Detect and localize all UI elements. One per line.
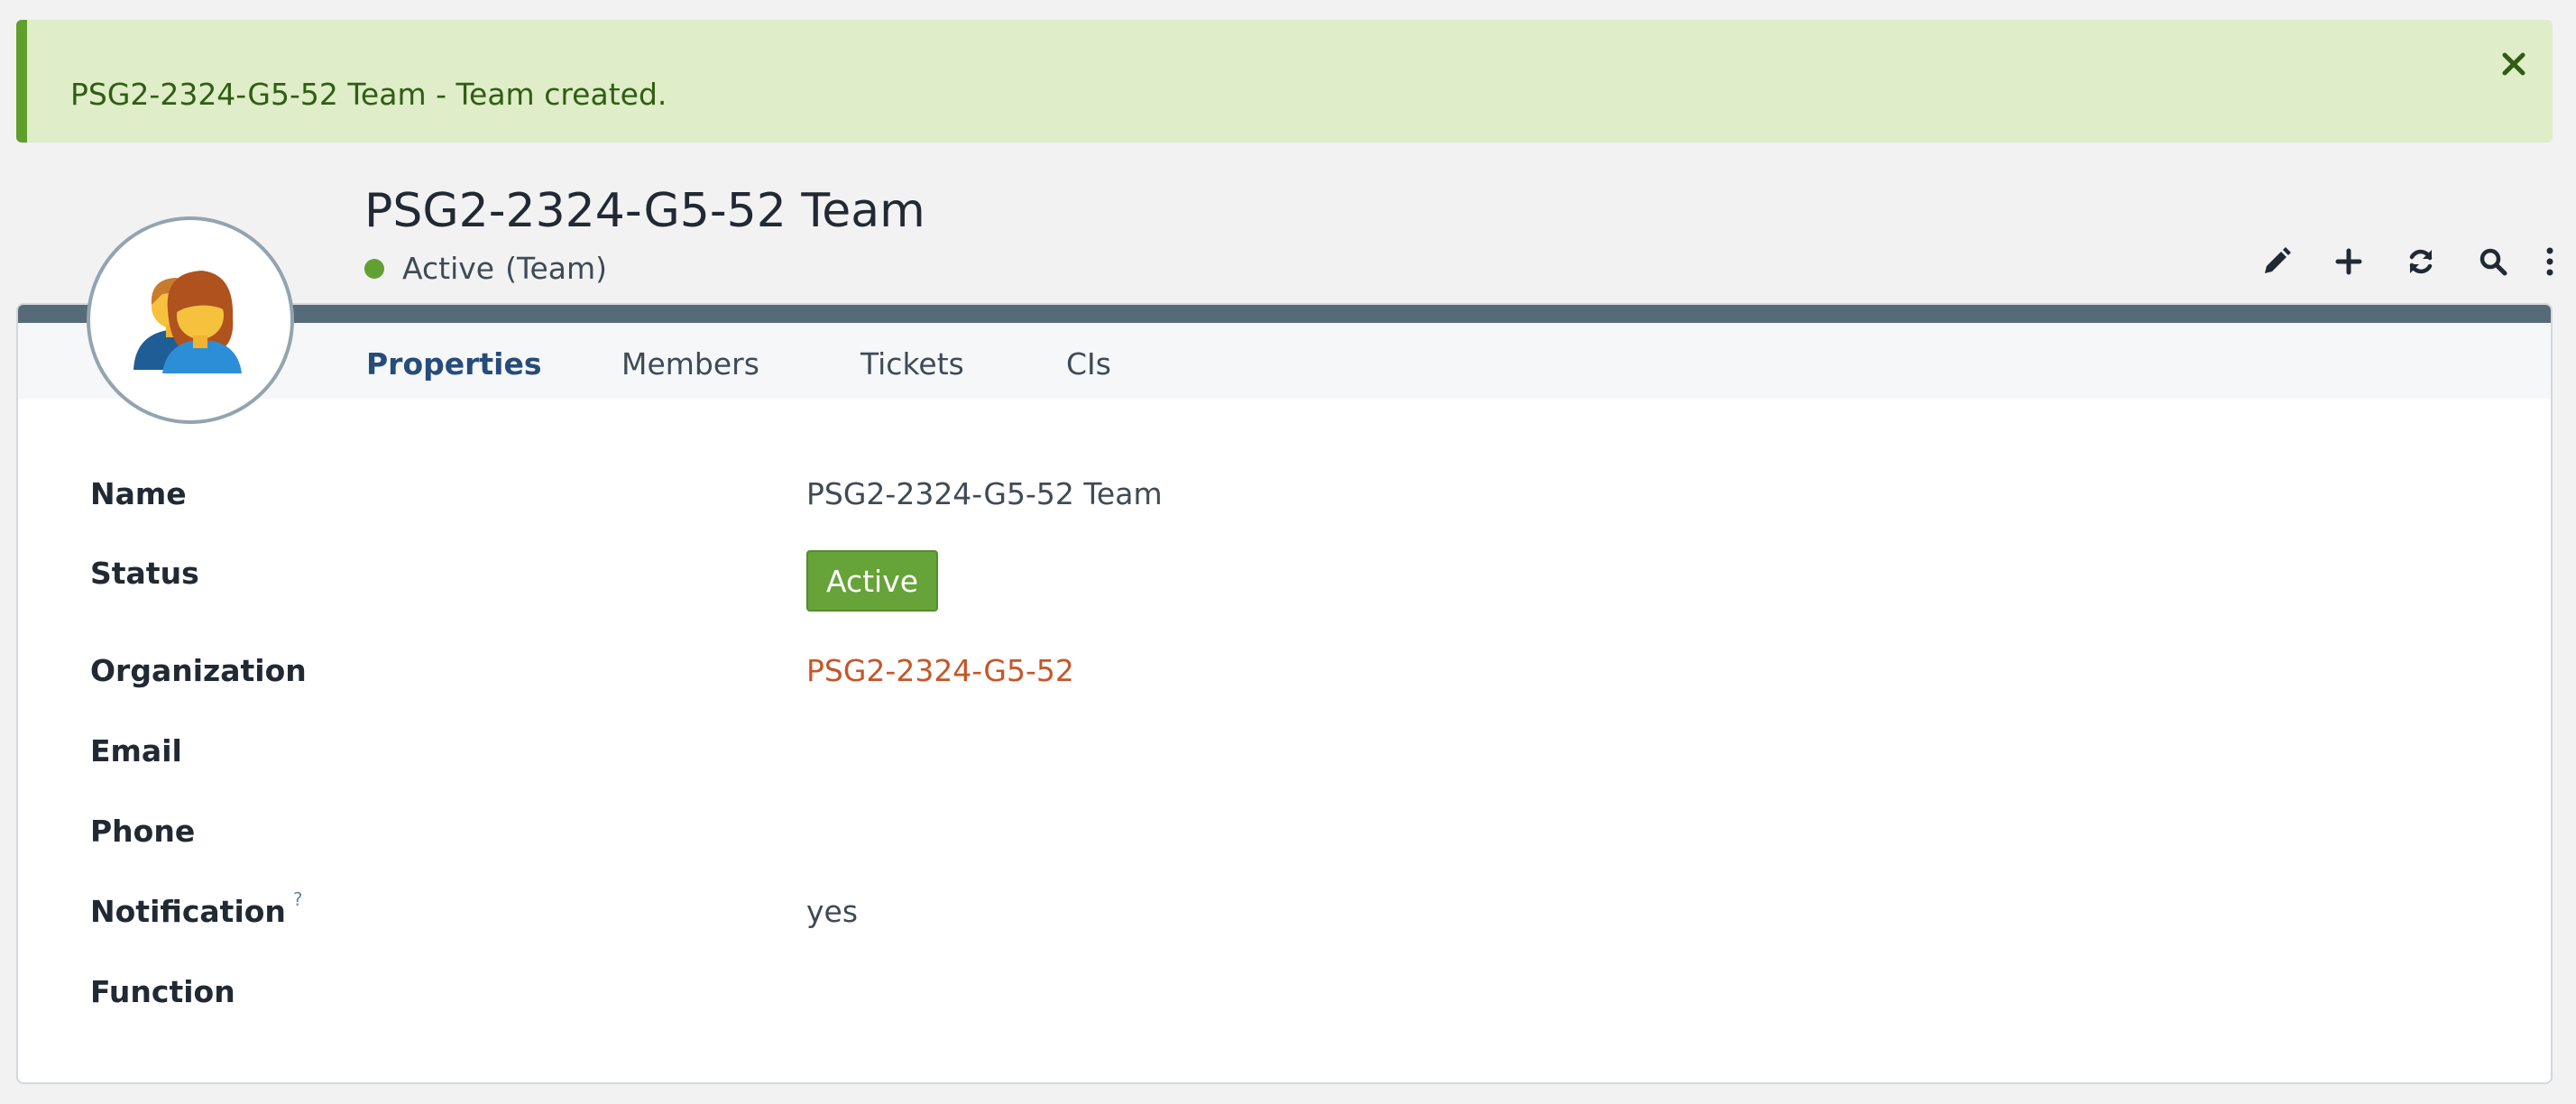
object-status-text: Active — [402, 251, 495, 286]
close-icon[interactable] — [2488, 38, 2540, 90]
more-icon[interactable] — [2536, 236, 2563, 287]
organization-label: Organization — [90, 653, 307, 688]
notification-label: Notification? — [90, 888, 303, 929]
object-status-line: Active (Team) — [364, 251, 607, 286]
panel-header-bar — [18, 305, 2551, 323]
notification-value: yes — [806, 894, 859, 929]
team-avatar-icon — [87, 216, 294, 424]
notification-label-text: Notification — [90, 894, 286, 929]
phone-label: Phone — [90, 814, 196, 849]
status-label: Status — [90, 556, 199, 591]
tab-cis[interactable]: CIs — [1066, 346, 1111, 382]
search-icon[interactable] — [2468, 236, 2518, 287]
organization-link[interactable]: PSG2-2324-G5-52 — [806, 653, 1074, 688]
tab-members[interactable]: Members — [621, 346, 759, 382]
alert-message: PSG2-2324-G5-52 Team - Team created. — [70, 77, 667, 112]
refresh-icon[interactable] — [2396, 236, 2446, 287]
object-toolbar — [2230, 236, 2563, 287]
edit-icon[interactable] — [2251, 236, 2302, 287]
tab-properties[interactable]: Properties — [366, 346, 542, 382]
success-alert: PSG2-2324-G5-52 Team - Team created. — [16, 20, 2553, 143]
status-dot-icon — [364, 258, 384, 279]
tab-bar: Properties Members Tickets CIs — [18, 323, 2551, 399]
add-icon[interactable] — [2323, 236, 2374, 287]
email-label: Email — [90, 733, 182, 768]
page-title: PSG2-2324-G5-52 Team — [364, 184, 925, 238]
function-label: Function — [90, 974, 235, 1009]
name-value: PSG2-2324-G5-52 Team — [806, 476, 1163, 511]
tab-tickets[interactable]: Tickets — [860, 346, 964, 382]
help-icon[interactable]: ? — [293, 888, 303, 910]
object-details-panel: Properties Members Tickets CIs Name PSG2… — [16, 303, 2553, 1084]
name-label: Name — [90, 476, 187, 511]
object-type-text: (Team) — [505, 251, 608, 286]
status-badge: Active — [806, 550, 938, 612]
